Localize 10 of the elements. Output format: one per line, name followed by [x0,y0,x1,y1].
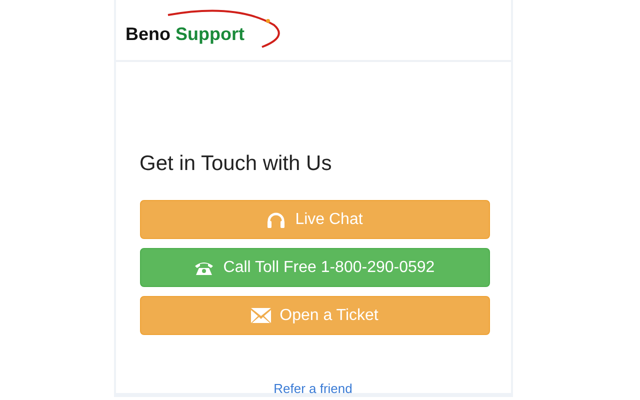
logo-text: Support [176,22,244,46]
heading: Get in Touch with Us [140,151,333,177]
phone-icon [194,260,214,276]
logo-text: Beno [126,22,170,46]
contact-button[interactable]: Call Toll Free 1-800-290-0592 [140,248,490,287]
contact-button[interactable]: Live Chat [140,200,490,239]
refer-link[interactable]: Refer a friend [274,379,352,398]
headphones-icon [266,210,286,228]
contact-button[interactable]: Open a Ticket [140,296,490,335]
envelope-icon [250,308,271,323]
